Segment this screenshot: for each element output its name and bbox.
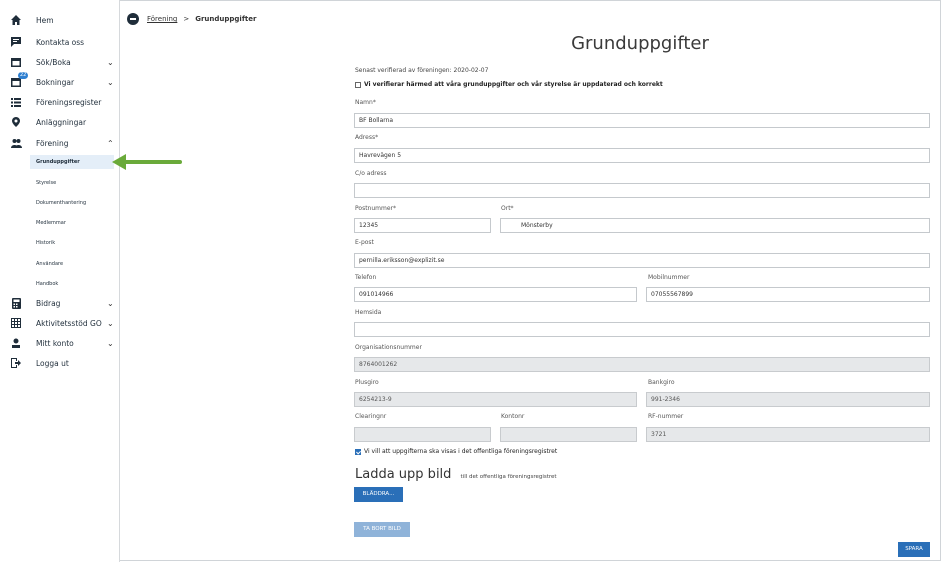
verify-checkbox-label: Vi verifierar härmed att våra grunduppgi…	[364, 81, 663, 88]
sidebar-item-label: Föreningsregister	[36, 97, 102, 107]
breadcrumb-current: Grunduppgifter	[195, 15, 257, 23]
page-title: Grunduppgifter	[571, 33, 709, 54]
adress-label: Adress*	[355, 134, 379, 141]
sidebar-item-hem[interactable]: Hem	[0, 10, 120, 30]
ort-label: Ort*	[501, 205, 514, 212]
calendar-icon	[10, 56, 22, 68]
chevron-down-icon: ⌄	[107, 338, 114, 348]
telefon-input[interactable]: 091014966	[354, 287, 637, 302]
sidebar-item-label: Kontakta oss	[36, 37, 85, 47]
subitem-grunduppgifter[interactable]: Grunduppgifter	[36, 156, 80, 168]
remove-image-button[interactable]: TA BORT BILD	[354, 522, 410, 537]
namn-label: Namn*	[355, 99, 376, 106]
upload-title: Ladda upp bild	[355, 467, 452, 482]
plusgiro-input: 6254213-9	[354, 392, 637, 407]
people-icon	[10, 137, 22, 149]
sidebar-item-foreningsregister[interactable]: Föreningsregister	[0, 92, 120, 112]
notification-badge: 22	[18, 72, 29, 79]
mobil-input[interactable]: 07055567899	[646, 287, 930, 302]
rfnummer-label: RF-nummer	[648, 413, 684, 420]
user-icon	[10, 337, 22, 349]
orgnr-label: Organisationsnummer	[355, 344, 422, 351]
sidebar-item-label: Sök/Boka	[36, 57, 71, 67]
postnummer-input[interactable]: 12345	[354, 218, 491, 233]
bankgiro-label: Bankgiro	[648, 379, 675, 386]
save-button[interactable]: SPARA	[898, 542, 930, 557]
clearingnr-input	[354, 427, 491, 442]
breadcrumb-link-forening[interactable]: Förening	[147, 15, 177, 23]
ort-input[interactable]: Mönsterby	[500, 218, 930, 233]
bankgiro-input: 991-2346	[646, 392, 930, 407]
sidebar-item-label: Mitt konto	[36, 338, 74, 348]
sidebar-item-label: Aktivitetsstöd GO	[36, 318, 102, 328]
sidebar-item-forening[interactable]: Förening ⌃	[0, 133, 120, 153]
sidebar-item-label: Förening	[36, 138, 69, 148]
subitem-dokumenthantering[interactable]: Dokumenthantering	[36, 197, 86, 209]
calendar-badge-icon: 22	[10, 72, 29, 88]
sidebar-item-kontakta[interactable]: Kontakta oss	[0, 32, 120, 52]
orgnr-input: 8764001262	[354, 357, 930, 372]
sidebar-item-aktivitetsstod[interactable]: Aktivitetsstöd GO ⌄	[0, 313, 120, 333]
sidebar-item-sok-boka[interactable]: Sök/Boka ⌄	[0, 52, 120, 72]
sidebar-item-label: Logga ut	[36, 358, 69, 368]
back-icon[interactable]	[127, 13, 139, 25]
public-checkbox[interactable]	[355, 448, 361, 455]
plusgiro-label: Plusgiro	[355, 379, 379, 386]
list-icon	[10, 96, 22, 108]
sidebar-item-label: Anläggningar	[36, 117, 87, 127]
public-checkbox-row[interactable]: Vi vill att uppgifterna ska visas i det …	[355, 448, 557, 455]
subitem-medlemmar[interactable]: Medlemmar	[36, 217, 66, 229]
sidebar-item-bokningar[interactable]: 22 Bokningar ⌄	[0, 72, 120, 92]
public-checkbox-label: Vi vill att uppgifterna ska visas i det …	[364, 448, 558, 455]
kontonr-input	[500, 427, 637, 442]
sidebar-item-logga-ut[interactable]: Logga ut	[0, 353, 120, 373]
upload-heading: Ladda upp bild till det offentliga fören…	[355, 463, 557, 482]
home-icon	[10, 14, 22, 26]
sidebar: Hem Kontakta oss Sök/Boka ⌄ 22 Bokningar…	[0, 0, 120, 562]
breadcrumb: Förening > Grunduppgifter	[127, 12, 256, 26]
sidebar-item-anlaggningar[interactable]: Anläggningar	[0, 112, 120, 132]
rfnummer-input: 3721	[646, 427, 930, 442]
sidebar-item-mitt-konto[interactable]: Mitt konto ⌄	[0, 333, 120, 353]
verify-checkbox-row[interactable]: Vi verifierar härmed att våra grunduppgi…	[355, 81, 663, 88]
namn-input[interactable]: BF Bollarna	[354, 113, 930, 128]
chat-icon	[10, 36, 22, 48]
sidebar-item-label: Bidrag	[36, 298, 61, 308]
subitem-handbok[interactable]: Handbok	[36, 278, 58, 290]
annotation-arrow-icon	[112, 154, 182, 170]
adress-input[interactable]: Havrevägen 5	[354, 148, 930, 163]
sidebar-item-label: Hem	[36, 15, 54, 25]
chevron-down-icon: ⌄	[107, 77, 114, 87]
epost-input[interactable]: pernilla.eriksson@explizit.se	[354, 253, 930, 268]
co-adress-input[interactable]	[354, 183, 930, 198]
chevron-down-icon: ⌄	[107, 298, 114, 308]
hemsida-label: Hemsida	[355, 309, 382, 316]
hemsida-input[interactable]	[354, 322, 930, 337]
location-pin-icon	[10, 116, 22, 128]
browse-button[interactable]: BLÄDDRA...	[354, 487, 403, 502]
telefon-label: Telefon	[355, 274, 377, 281]
co-adress-label: C/o adress	[355, 170, 387, 177]
chevron-up-icon: ⌃	[107, 138, 114, 148]
mobil-label: Mobilnummer	[648, 274, 690, 281]
table-icon	[10, 317, 22, 329]
chevron-down-icon: ⌄	[107, 318, 114, 328]
postnummer-label: Postnummer*	[355, 205, 397, 212]
epost-label: E-post	[355, 239, 374, 246]
upload-subtitle: till det offentliga föreningsregistret	[460, 474, 557, 480]
subitem-styrelse[interactable]: Styrelse	[36, 177, 56, 189]
sidebar-item-bidrag[interactable]: Bidrag ⌄	[0, 293, 120, 313]
sidebar-item-label: Bokningar	[36, 77, 75, 87]
subitem-historik[interactable]: Historik	[36, 237, 55, 249]
subitem-anvandare[interactable]: Användare	[36, 258, 63, 270]
calculator-icon	[10, 297, 22, 309]
clearingnr-label: Clearingnr	[355, 413, 387, 420]
chevron-down-icon: ⌄	[107, 57, 114, 67]
breadcrumb-separator: >	[183, 15, 190, 23]
kontonr-label: Kontonr	[501, 413, 525, 420]
verified-date-text: Senast verifierad av föreningen: 2020-02…	[355, 67, 489, 74]
verify-checkbox[interactable]	[355, 81, 361, 88]
logout-icon	[10, 357, 22, 369]
